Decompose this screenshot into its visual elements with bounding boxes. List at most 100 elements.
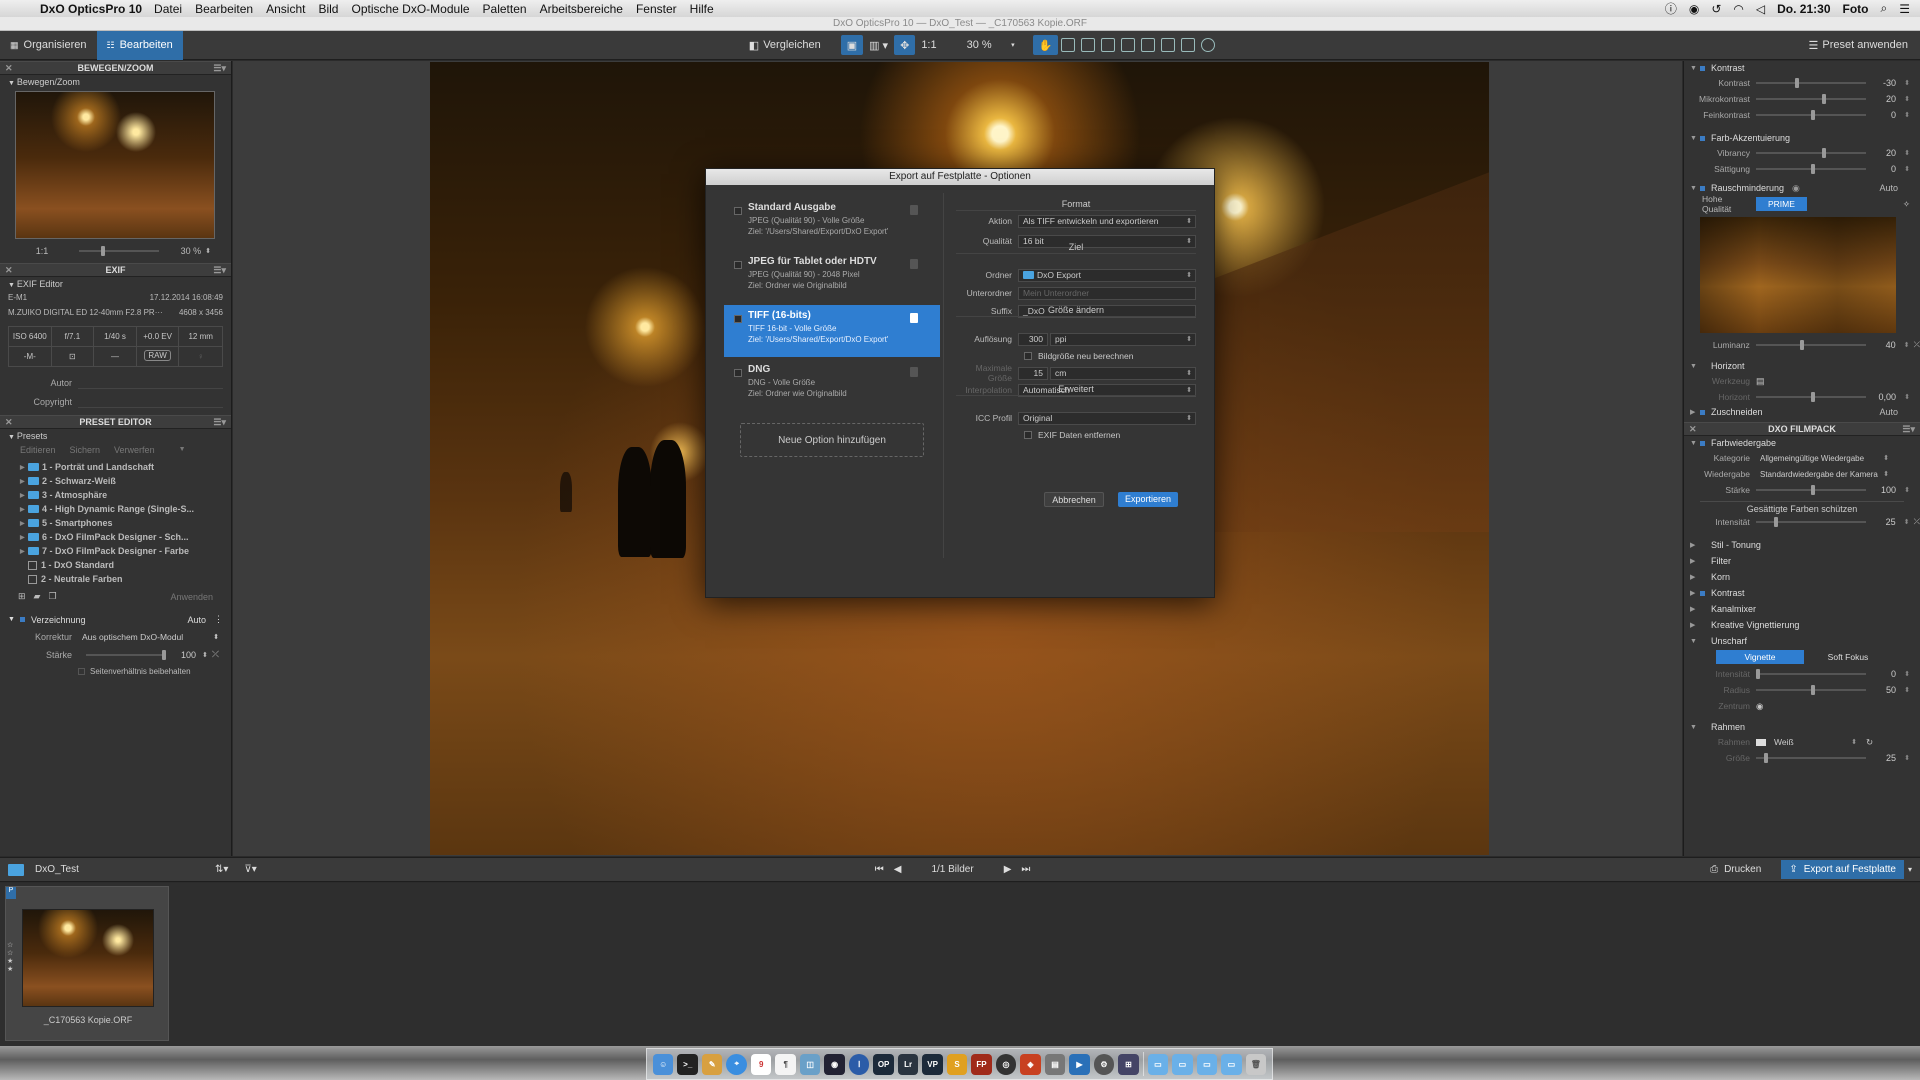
stepper-icon[interactable]: ⬍ xyxy=(1902,79,1912,87)
1password-icon[interactable]: Ⅰ xyxy=(848,1053,870,1075)
saettigung-value[interactable]: 0 xyxy=(1872,164,1896,174)
layout-button[interactable]: ▥ ▾ xyxy=(863,35,894,55)
refresh-icon[interactable]: ↻ xyxy=(1866,737,1873,748)
horizon-value[interactable]: 0,00 xyxy=(1872,392,1896,402)
enable-toggle[interactable] xyxy=(1700,543,1705,548)
subfolder-input[interactable]: Mein Unterordner xyxy=(1018,286,1196,300)
reset-icon[interactable]: ⤫ xyxy=(1914,517,1920,527)
kanalmixer-header[interactable]: ▶ Kanalmixer xyxy=(1684,602,1920,616)
staerke-slider[interactable] xyxy=(86,649,166,660)
filmpack-icon[interactable]: FP xyxy=(971,1053,992,1075)
sort-icon[interactable]: ⇅▾ xyxy=(215,864,228,875)
preset-discard-button[interactable]: Verwerfen xyxy=(114,445,155,455)
wiedergabe-select[interactable]: Standardwiedergabe der Kamera xyxy=(1756,468,1892,481)
stepper-icon[interactable]: ⬍ xyxy=(1902,686,1912,694)
keep-ratio-checkbox[interactable] xyxy=(78,668,85,675)
stepper-icon[interactable]: ⬍ xyxy=(1902,165,1912,173)
radius-slider[interactable] xyxy=(1756,685,1866,695)
pipette-icon[interactable] xyxy=(1081,38,1096,52)
one-to-one-button[interactable]: 1:1 xyxy=(915,35,942,55)
noise-hq-label[interactable]: Hohe Qualität xyxy=(1684,194,1750,214)
close-icon[interactable]: ✕ xyxy=(5,62,13,75)
close-icon[interactable]: ✕ xyxy=(5,264,13,277)
list-item[interactable]: ▶ 7 - DxO FilmPack Designer - Farbe xyxy=(20,544,213,558)
enable-toggle[interactable] xyxy=(1700,559,1705,564)
enable-toggle[interactable] xyxy=(1700,364,1705,369)
collapse-icon[interactable]: ▼ xyxy=(8,434,17,441)
action-select[interactable]: Als TIFF entwickeln und exportieren xyxy=(1018,214,1196,228)
calendar-icon[interactable]: 9 xyxy=(750,1053,772,1075)
list-item[interactable]: 1 - DxO Standard xyxy=(20,558,213,572)
enable-toggle[interactable] xyxy=(1700,409,1705,415)
dxo-opticspro-icon[interactable]: OP xyxy=(873,1053,894,1075)
exif-remove-checkbox[interactable] xyxy=(1024,431,1032,439)
crop-auto[interactable]: Auto xyxy=(1879,407,1898,417)
list-item[interactable]: 2 - Neutrale Farben xyxy=(20,572,213,586)
author-field[interactable] xyxy=(78,377,223,389)
option-standard[interactable]: Standard Ausgabe JPEG (Qualität 90) - Vol… xyxy=(724,197,940,249)
stepper-icon[interactable]: ⬍ xyxy=(202,651,208,659)
collapse-icon[interactable]: ▼ xyxy=(1690,65,1700,72)
info-icon[interactable]: ⓘ xyxy=(1665,0,1677,17)
app-menu[interactable]: DxO OpticsPro 10 xyxy=(40,2,142,16)
saettigung-slider[interactable] xyxy=(1756,164,1866,174)
trash-icon[interactable] xyxy=(910,313,918,323)
stil-tonung-header[interactable]: ▶ Stil - Tonung xyxy=(1684,538,1920,552)
vignette-button[interactable]: Vignette xyxy=(1716,650,1804,664)
groesse-value[interactable]: 25 xyxy=(1872,753,1896,763)
lightroom-icon[interactable]: Lr xyxy=(897,1053,919,1075)
reset-icon[interactable]: ⤫ xyxy=(212,649,219,660)
stepper-icon[interactable]: ⬍ xyxy=(1902,670,1912,678)
preset-save-button[interactable]: Sichern xyxy=(70,445,101,455)
copyright-field[interactable] xyxy=(78,396,223,408)
photoshop-icon[interactable]: ⊞ xyxy=(1118,1053,1139,1075)
distortion-icon[interactable] xyxy=(1141,38,1156,52)
add-option-button[interactable]: Neue Option hinzufügen xyxy=(740,423,924,457)
expand-icon[interactable]: ▶ xyxy=(1690,621,1700,629)
panel-menu-icon[interactable]: ☰▾ xyxy=(213,62,226,75)
tab-edit[interactable]: ☷ Bearbeiten xyxy=(96,30,183,60)
settings-app-icon[interactable]: ⚙ xyxy=(1093,1053,1115,1075)
noise-prime-button[interactable]: PRIME xyxy=(1756,197,1807,211)
enable-toggle[interactable] xyxy=(1700,639,1705,644)
trash-icon[interactable]: 🗑 xyxy=(1245,1053,1267,1075)
vibrancy-value[interactable]: 20 xyxy=(1872,148,1896,158)
expand-icon[interactable]: ▶ xyxy=(1690,589,1700,597)
cancel-button[interactable]: Abbrechen xyxy=(1044,492,1104,507)
folder-documents-icon[interactable]: ▭ xyxy=(1172,1053,1193,1075)
stepper-icon[interactable]: ⬍ xyxy=(1902,393,1912,401)
menu-paletten[interactable]: Paletten xyxy=(483,2,527,16)
collapse-icon[interactable]: ▼ xyxy=(1690,185,1700,192)
single-view-button[interactable]: ▣ xyxy=(840,35,864,55)
folder-downloads-icon[interactable]: ▭ xyxy=(1196,1053,1218,1075)
menu-fenster[interactable]: Fenster xyxy=(636,2,677,16)
list-item[interactable]: ▶ 4 - High Dynamic Range (Single-S... xyxy=(20,502,213,516)
unscharf-intensity-slider[interactable] xyxy=(1756,669,1866,679)
feinkontrast-slider[interactable] xyxy=(1756,110,1866,120)
folder-select[interactable]: DxO Export xyxy=(1018,268,1196,282)
settings-icon[interactable]: ✧ xyxy=(1903,199,1910,210)
prev-icon[interactable]: ◀ xyxy=(894,864,902,875)
zoom-slider[interactable] xyxy=(79,246,160,256)
fp-intensity-value[interactable]: 25 xyxy=(1872,517,1896,527)
last-icon[interactable]: ⏭ xyxy=(1021,864,1030,875)
folder-pictures-icon[interactable]: ▭ xyxy=(1221,1053,1242,1075)
resolution-unit-select[interactable]: ppi xyxy=(1050,332,1196,346)
expand-icon[interactable]: ▶ xyxy=(1690,605,1700,613)
collapse-icon[interactable]: ▼ xyxy=(1690,638,1700,645)
option-checkbox[interactable] xyxy=(734,369,742,377)
option-tablet[interactable]: JPEG für Tablet oder HDTV JPEG (Qualität … xyxy=(724,251,940,303)
preset-apply-button[interactable]: Anwenden xyxy=(170,592,213,602)
preview-icon[interactable]: ◫ xyxy=(799,1053,821,1075)
volume-icon[interactable]: ◁ xyxy=(1756,2,1765,16)
finder-icon[interactable]: ☺ xyxy=(653,1053,674,1075)
fp-intensity-slider[interactable] xyxy=(1755,517,1866,527)
enable-toggle[interactable] xyxy=(1700,65,1705,71)
navigator-thumbnail[interactable] xyxy=(15,91,215,239)
chevron-down-icon[interactable]: ▼ xyxy=(179,446,186,453)
horizon-icon[interactable] xyxy=(1101,38,1116,52)
radius-value[interactable]: 50 xyxy=(1872,685,1896,695)
enable-toggle[interactable] xyxy=(1700,440,1705,446)
menu-datei[interactable]: Datei xyxy=(154,2,182,16)
current-folder[interactable]: DxO_Test xyxy=(35,864,215,875)
